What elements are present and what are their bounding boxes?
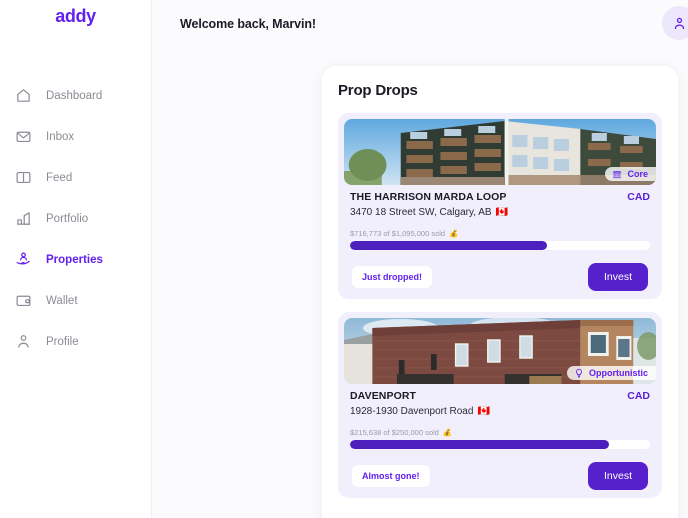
main-content: Welcome back, Marvin! Prop Drops Core TH… xyxy=(152,0,688,518)
invest-button[interactable]: Invest xyxy=(587,263,648,291)
addy-logo[interactable]: addy xyxy=(0,6,151,27)
sidebar-item-portfolio[interactable]: Portfolio xyxy=(0,198,151,239)
lightbulb-icon xyxy=(576,368,582,378)
property-tag-label: Opportunistic xyxy=(589,368,648,378)
property-currency: CAD xyxy=(627,191,650,203)
property-sold-text: $215,638 of $250,000 sold xyxy=(350,428,439,437)
sidebar-item-label: Feed xyxy=(46,171,73,184)
status-badge[interactable]: Almost gone! xyxy=(352,465,430,487)
property-card[interactable]: Core THE HARRISON MARDA LOOP CAD 3470 18… xyxy=(338,113,662,299)
avatar[interactable] xyxy=(662,6,688,40)
sidebar-nav: Dashboard Inbox Feed Portfolio Propertie… xyxy=(0,75,151,362)
property-currency: CAD xyxy=(627,390,650,402)
canada-flag-icon: 🇨🇦 xyxy=(477,406,490,417)
hand-holding-person-icon xyxy=(14,251,32,269)
property-card-body: DAVENPORT CAD 1928-1930 Davenport Road 🇨… xyxy=(344,384,656,490)
bar-chart-icon xyxy=(14,210,32,228)
sidebar-item-label: Inbox xyxy=(46,130,75,143)
book-icon xyxy=(14,169,32,187)
prop-drops-panel: Prop Drops Core THE HARRISON MARDA LOOP … xyxy=(322,66,678,518)
property-name: DAVENPORT xyxy=(350,390,417,402)
user-avatar-icon xyxy=(674,17,684,29)
sidebar-item-inbox[interactable]: Inbox xyxy=(0,116,151,157)
invest-button[interactable]: Invest xyxy=(587,462,648,490)
property-progress-fill xyxy=(350,241,547,250)
property-name: THE HARRISON MARDA LOOP xyxy=(350,191,507,203)
money-bag-icon: 💰 xyxy=(449,229,459,238)
sidebar-item-wallet[interactable]: Wallet xyxy=(0,280,151,321)
home-icon xyxy=(14,87,32,105)
property-progress-bar xyxy=(350,241,650,250)
canada-flag-icon: 🇨🇦 xyxy=(495,207,509,218)
sidebar-item-profile[interactable]: Profile xyxy=(0,321,151,362)
property-photo: Core xyxy=(344,119,656,185)
property-title-row: DAVENPORT CAD xyxy=(350,390,650,402)
sidebar-item-properties[interactable]: Properties xyxy=(0,239,151,280)
status-badge[interactable]: Just dropped! xyxy=(352,266,432,288)
sidebar-item-label: Portfolio xyxy=(46,212,89,225)
building-columns-icon xyxy=(613,171,622,179)
property-tag: Opportunistic xyxy=(567,366,656,380)
envelope-icon xyxy=(14,128,32,146)
wallet-icon xyxy=(14,292,32,310)
property-address-row: 3470 18 Street SW, Calgary, AB 🇨🇦 xyxy=(350,207,650,218)
property-address-row: 1928-1930 Davenport Road 🇨🇦 xyxy=(350,406,650,417)
sidebar-item-dashboard[interactable]: Dashboard xyxy=(0,75,151,116)
top-bar: Welcome back, Marvin! xyxy=(152,0,688,48)
property-progress-bar xyxy=(350,440,650,449)
page-title: Prop Drops xyxy=(338,82,418,99)
property-actions: Almost gone! Invest xyxy=(350,462,650,490)
user-icon xyxy=(14,333,32,351)
property-photo: Opportunistic xyxy=(344,318,656,384)
sidebar-item-label: Wallet xyxy=(46,294,78,307)
welcome-greeting: Welcome back, Marvin! xyxy=(180,17,316,31)
money-bag-icon: 💰 xyxy=(442,428,453,437)
property-address: 1928-1930 Davenport Road xyxy=(350,406,474,417)
sidebar-item-label: Profile xyxy=(46,335,79,348)
property-sold-row: $716,773 of $1,095,000 sold 💰 xyxy=(350,229,650,238)
sidebar-item-label: Dashboard xyxy=(46,89,103,102)
property-card-body: THE HARRISON MARDA LOOP CAD 3470 18 Stre… xyxy=(344,185,656,291)
property-card[interactable]: Opportunistic DAVENPORT CAD 1928-1930 Da… xyxy=(338,312,662,498)
property-progress-fill xyxy=(350,440,609,449)
property-title-row: THE HARRISON MARDA LOOP CAD xyxy=(350,191,650,203)
property-address: 3470 18 Street SW, Calgary, AB xyxy=(350,207,492,218)
sidebar-item-feed[interactable]: Feed xyxy=(0,157,151,198)
sidebar-item-label: Properties xyxy=(46,253,103,266)
property-sold-row: $215,638 of $250,000 sold 💰 xyxy=(350,428,650,437)
property-actions: Just dropped! Invest xyxy=(350,263,650,291)
sidebar: addy Dashboard Inbox Feed Portfolio Prop… xyxy=(0,0,152,518)
property-sold-text: $716,773 of $1,095,000 sold xyxy=(350,229,446,238)
property-tag-label: Core xyxy=(627,169,648,179)
app-root: addy Dashboard Inbox Feed Portfolio Prop… xyxy=(0,0,688,518)
property-tag: Core xyxy=(605,167,656,181)
